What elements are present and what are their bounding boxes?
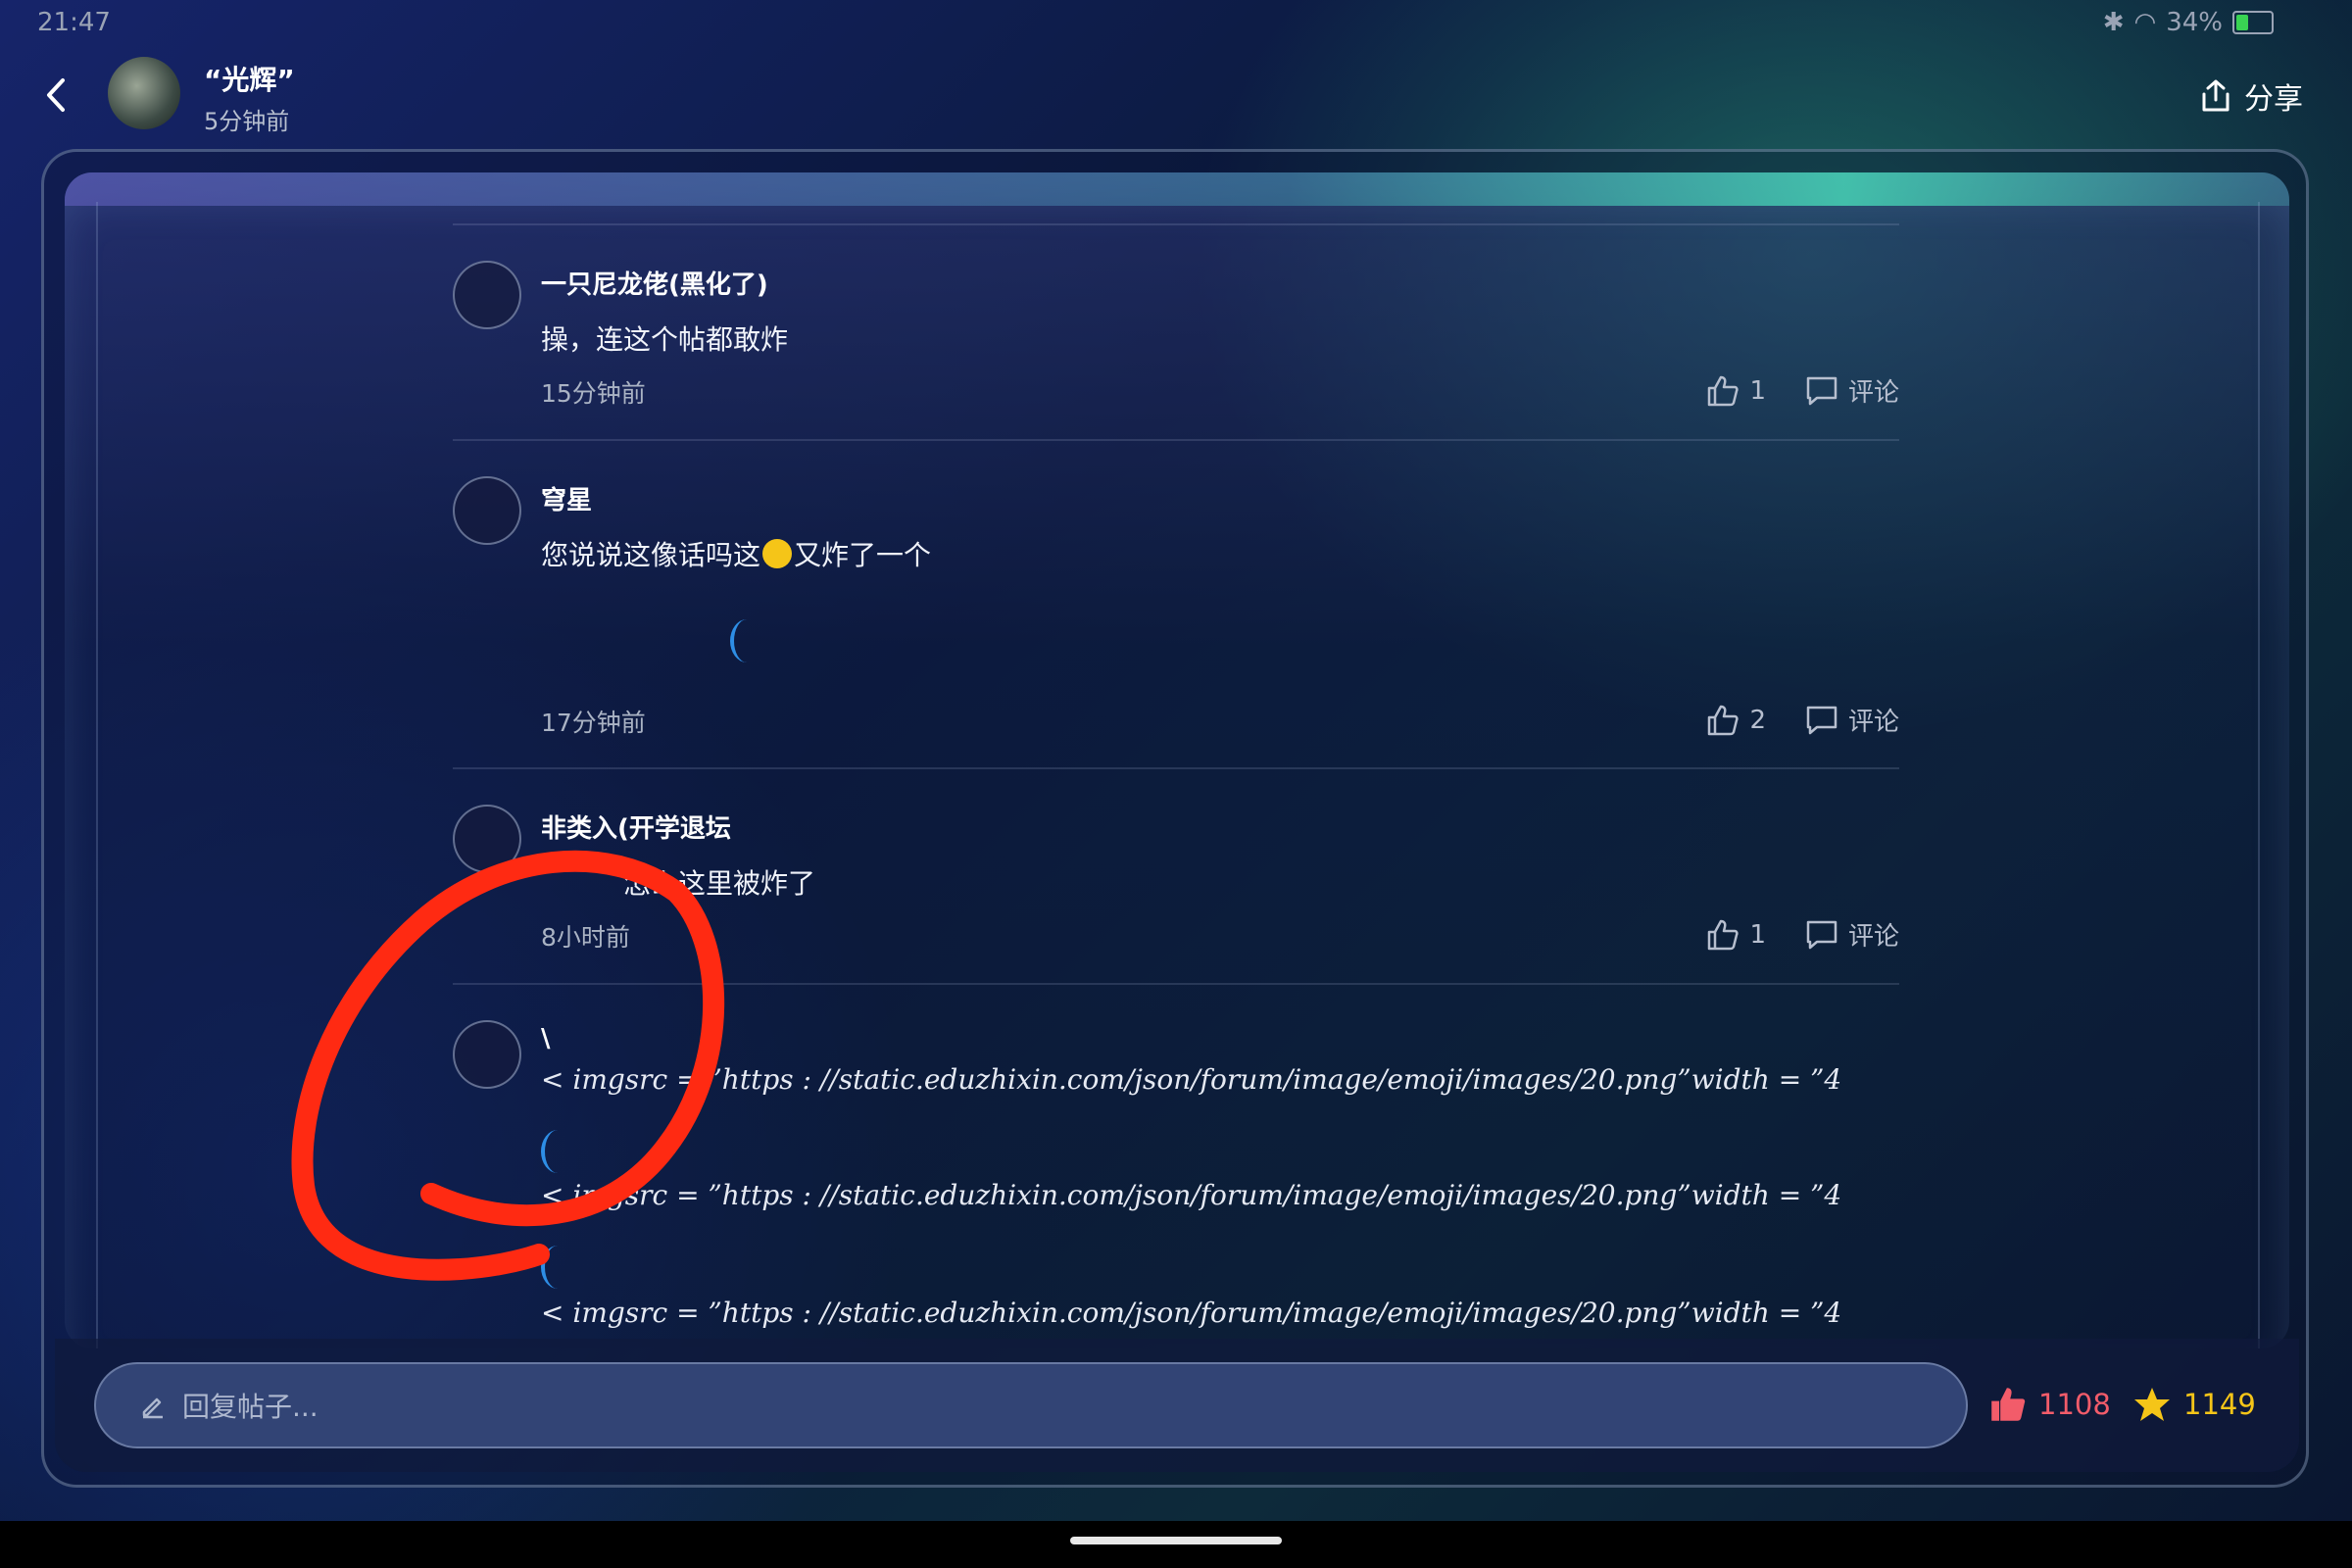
share-button[interactable]: 分享 <box>2199 74 2303 118</box>
comment-actions: 2 评论 <box>1706 702 1899 738</box>
post-like-button[interactable]: 1108 <box>1989 1386 2111 1423</box>
commenter-avatar[interactable] <box>453 1020 521 1089</box>
like-count: 2 <box>1749 705 1766 735</box>
home-bar[interactable] <box>1070 1537 1282 1544</box>
comment-label: 评论 <box>1847 378 1899 408</box>
chevron-left-icon <box>47 78 65 112</box>
loading-spinner-icon <box>541 1246 574 1289</box>
commenter-avatar[interactable] <box>453 805 521 873</box>
comment-item: 穹星 您说说这像话吗这 又炸了一个 17分钟前 2 评论 <box>453 439 1899 769</box>
back-button[interactable] <box>37 71 76 120</box>
star-icon <box>2134 1388 2170 1421</box>
thumbs-up-icon <box>1708 919 1740 950</box>
comment-item: \ < imgsrc = ”https : //static.eduzhixin… <box>453 983 1899 1343</box>
like-count: 1 <box>1749 375 1766 406</box>
commenter-avatar[interactable] <box>453 261 521 329</box>
like-button[interactable]: 1 <box>1706 374 1766 408</box>
pencil-icon <box>142 1397 163 1419</box>
comment-icon <box>1806 920 1838 949</box>
thinking-face-icon <box>762 539 793 568</box>
comment-time: 17分钟前 <box>541 709 646 737</box>
reply-placeholder: 回复帖子... <box>182 1391 318 1423</box>
bluetooth-icon: ✱ <box>2102 8 2125 37</box>
comment-list[interactable]: 一只尼龙佬(黑化了) 操，连这个帖都敢炸 15分钟前 1 评论 穹星 您说说这像… <box>453 223 1899 1343</box>
author-name[interactable]: “光辉” <box>204 59 295 98</box>
post-time: 5分钟前 <box>204 108 290 135</box>
comment-label: 评论 <box>1847 708 1899 737</box>
comment-label: 评论 <box>1847 922 1899 952</box>
thumbs-up-icon <box>1708 375 1740 406</box>
like-count: 1 <box>1749 919 1766 950</box>
post-favorite-count: 1149 <box>2183 1388 2256 1421</box>
commenter-avatar[interactable] <box>453 476 521 545</box>
commenter-name[interactable]: 穹星 <box>541 480 592 516</box>
status-icons: ✱ ◠ 34% <box>2103 8 2274 37</box>
thumbs-up-filled-icon <box>1991 1388 2026 1421</box>
reply-comment-button[interactable]: 评论 <box>1805 702 1899 738</box>
thumbs-up-icon <box>1708 705 1740 735</box>
comment-actions: 1 评论 <box>1706 372 1899 409</box>
share-label: 分享 <box>2244 82 2303 117</box>
comment-icon <box>1806 706 1838 734</box>
post-header: “光辉” 5分钟前 分享 <box>0 49 2352 147</box>
comment-actions: 1 评论 <box>1706 916 1899 953</box>
loading-spinner-icon <box>541 1130 574 1173</box>
comment-text-part: 您说说这像话吗这 <box>541 539 761 571</box>
comment-item: 非类入(开学退坛 怎么这里被炸了 8小时前 1 评论 <box>453 767 1899 985</box>
like-button[interactable]: 2 <box>1706 704 1766 737</box>
home-indicator <box>0 1521 2352 1568</box>
post-like-count: 1108 <box>2038 1388 2111 1421</box>
share-icon <box>2202 79 2230 112</box>
comment-time: 15分钟前 <box>541 379 646 408</box>
comment-text: 怎么这里被炸了 <box>623 867 816 900</box>
comment-text-part: 又炸了一个 <box>794 539 932 571</box>
battery-icon <box>2232 11 2274 34</box>
comment-raw-html-line: < imgsrc = ”https : //static.eduzhixin.c… <box>541 1063 1842 1096</box>
comment-raw-html-line: < imgsrc = ”https : //static.eduzhixin.c… <box>541 1297 1842 1329</box>
reply-comment-button[interactable]: 评论 <box>1805 916 1899 953</box>
comment-time: 8小时前 <box>541 923 630 952</box>
status-bar: 21:47 ✱ ◠ 34% <box>0 0 2352 49</box>
post-favorite-button[interactable]: 1149 <box>2132 1386 2256 1423</box>
status-time: 21:47 <box>37 8 111 37</box>
commenter-name[interactable]: 非类入(开学退坛 <box>541 808 731 845</box>
commenter-name[interactable]: \ <box>541 1024 551 1054</box>
comment-text: 您说说这像话吗这 又炸了一个 <box>541 534 931 573</box>
author-avatar[interactable] <box>108 57 180 129</box>
loading-spinner-icon <box>730 619 763 662</box>
commenter-name[interactable]: 一只尼龙佬(黑化了) <box>541 265 768 301</box>
wifi-icon: ◠ <box>2133 8 2157 37</box>
comment-text: 操，连这个帖都敢炸 <box>541 323 789 356</box>
battery-percent: 34% <box>2166 8 2223 37</box>
comment-icon <box>1806 376 1838 405</box>
reply-input[interactable]: 回复帖子... <box>94 1362 1968 1448</box>
like-button[interactable]: 1 <box>1706 918 1766 952</box>
comment-item: 一只尼龙佬(黑化了) 操，连这个帖都敢炸 15分钟前 1 评论 <box>453 223 1899 441</box>
comment-raw-html-line: < imgsrc = ”https : //static.eduzhixin.c… <box>541 1179 1842 1211</box>
reply-comment-button[interactable]: 评论 <box>1805 372 1899 409</box>
